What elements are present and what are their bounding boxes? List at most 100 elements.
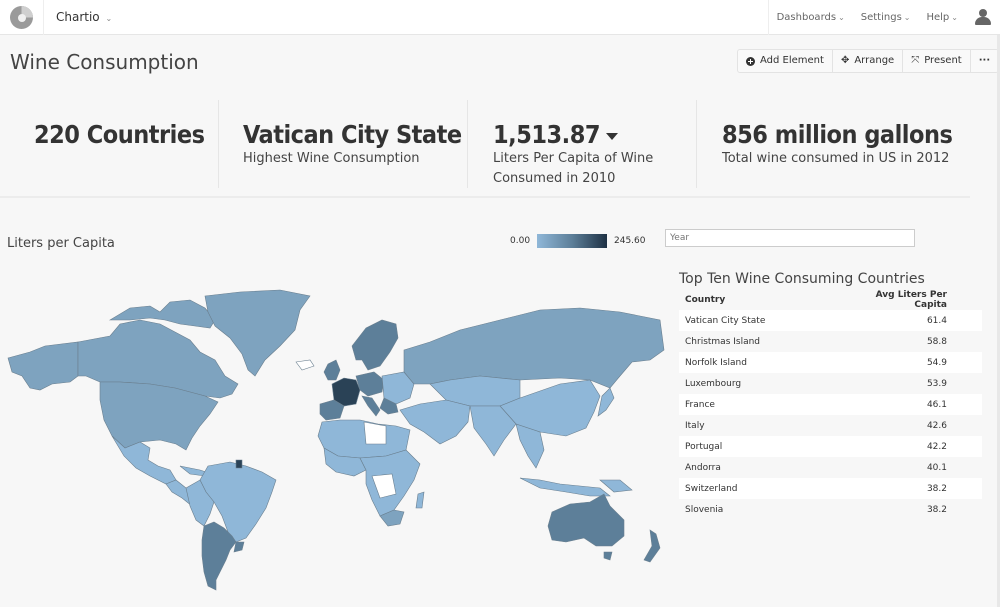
cell-avg-liters: 54.9 (926, 357, 947, 368)
nav-settings[interactable]: Settings ⌄ (853, 0, 919, 35)
kpi-highest: Vatican City State Highest Wine Consumpt… (218, 100, 466, 188)
cell-avg-liters: 46.1 (926, 399, 947, 410)
column-header-country[interactable]: Country (679, 295, 874, 305)
country-uruguay[interactable] (233, 541, 245, 553)
user-icon (979, 9, 987, 17)
cell-avg-liters: 38.2 (926, 483, 947, 494)
kpi-row: 220 Countries Vatican City State Highest… (0, 100, 970, 198)
country-australia[interactable] (547, 493, 625, 547)
table-header: Country Avg Liters Per Capita (679, 290, 982, 310)
country-madagascar[interactable] (415, 491, 425, 509)
cell-country: Italy (685, 420, 705, 431)
country-new-zealand[interactable] (643, 529, 661, 563)
cell-country: Christmas Island (685, 336, 761, 347)
country-scandinavia[interactable] (351, 319, 399, 371)
page-title: Wine Consumption (10, 50, 199, 74)
cell-country: Norfolk Island (685, 357, 747, 368)
expand-icon: ⤧ (911, 55, 920, 66)
cell-country: Andorra (685, 462, 721, 473)
kpi-label: Highest Wine Consumption (243, 151, 420, 166)
ellipsis-icon: ··· (978, 55, 991, 66)
add-element-button[interactable]: Add Element (738, 50, 833, 72)
legend-max-label: 245.60 (614, 236, 646, 246)
nav-dashboards[interactable]: Dashboards ⌄ (769, 0, 853, 35)
kpi-value-text: 1,513.87 (493, 120, 601, 149)
table-row[interactable]: Andorra 40.1 (679, 457, 982, 478)
country-italy[interactable] (361, 395, 381, 417)
top-nav: Chartio ⌄ Dashboards ⌄ Settings ⌄ Help ⌄ (0, 0, 1000, 35)
chartio-logo-icon[interactable] (10, 6, 33, 29)
chevron-down-icon: ⌄ (105, 14, 113, 23)
table-row[interactable]: Portugal 42.2 (679, 436, 982, 457)
country-papua[interactable] (599, 479, 633, 493)
kpi-liters: 1,513.87 Liters Per Capita of Wine Consu… (467, 100, 695, 188)
nav-settings-label: Settings (860, 12, 902, 23)
cell-avg-liters: 61.4 (926, 315, 947, 326)
cell-avg-liters: 53.9 (926, 378, 947, 389)
kpi-value: 856 million gallons (722, 120, 953, 149)
kpi-label: Total wine consumed in US in 2012 (722, 151, 950, 166)
country-middle-east[interactable] (399, 399, 471, 445)
logo-cell[interactable] (0, 0, 44, 35)
present-button[interactable]: ⤧ Present (903, 50, 971, 72)
nav-dashboards-label: Dashboards (776, 12, 837, 23)
cell-avg-liters: 58.8 (926, 336, 947, 347)
user-menu[interactable] (966, 0, 1000, 35)
table-row[interactable]: Slovenia 38.2 (679, 499, 982, 520)
plus-circle-icon (746, 56, 755, 66)
country-french-guiana[interactable] (235, 459, 243, 469)
country-iceland[interactable] (295, 359, 315, 371)
cell-country: Vatican City State (685, 315, 766, 326)
user-icon-body (975, 17, 991, 25)
country-libya[interactable] (363, 421, 387, 445)
cell-country: Switzerland (685, 483, 738, 494)
kpi-value: Vatican City State (243, 120, 462, 149)
dashboard-toolbar: Add Element ✥ Arrange ⤧ Present ··· (737, 49, 1000, 73)
table-row[interactable]: France 46.1 (679, 394, 982, 415)
org-name: Chartio (56, 10, 100, 24)
country-russia[interactable] (403, 307, 665, 389)
country-japan[interactable] (597, 387, 615, 417)
cell-avg-liters: 38.2 (926, 504, 947, 515)
cell-avg-liters: 40.1 (926, 462, 947, 473)
country-alaska[interactable] (7, 341, 79, 391)
country-tasmania[interactable] (603, 551, 613, 561)
cell-country: France (685, 399, 715, 410)
country-uk[interactable] (323, 359, 341, 381)
table-row[interactable]: Italy 42.6 (679, 415, 982, 436)
arrange-button[interactable]: ✥ Arrange (833, 50, 904, 72)
more-options-button[interactable]: ··· (971, 50, 998, 72)
cell-avg-liters: 42.6 (926, 420, 947, 431)
chevron-down-icon: ⌄ (951, 13, 958, 22)
org-switcher[interactable]: Chartio ⌄ (56, 10, 112, 24)
table-row[interactable]: Norfolk Island 54.9 (679, 352, 982, 373)
trend-down-icon (606, 132, 618, 140)
cell-country: Portugal (685, 441, 723, 452)
table-row[interactable]: Switzerland 38.2 (679, 478, 982, 499)
world-choropleth-map[interactable] (0, 280, 670, 607)
table-row[interactable]: Vatican City State 61.4 (679, 310, 982, 331)
map-title: Liters per Capita (7, 236, 115, 251)
legend-min-label: 0.00 (510, 236, 531, 246)
table-row[interactable]: Christmas Island 58.8 (679, 331, 982, 352)
top-ten-table: Country Avg Liters Per Capita Vatican Ci… (679, 290, 982, 520)
present-label: Present (924, 55, 962, 66)
year-filter-input[interactable] (665, 229, 915, 247)
move-arrows-icon: ✥ (840, 55, 850, 66)
cell-country: Slovenia (685, 504, 724, 515)
country-germany-central[interactable] (355, 371, 385, 397)
column-header-avg-liters[interactable]: Avg Liters Per Capita (874, 290, 947, 310)
add-element-label: Add Element (760, 55, 824, 66)
cell-country: Luxembourg (685, 378, 742, 389)
kpi-label: Liters Per Capita of Wine Consumed in 20… (493, 151, 654, 186)
chevron-down-icon: ⌄ (903, 13, 911, 22)
nav-help[interactable]: Help ⌄ (918, 0, 966, 35)
country-indonesia[interactable] (519, 477, 611, 497)
cell-avg-liters: 42.2 (926, 441, 947, 452)
kpi-value: 220 Countries (34, 120, 205, 149)
table-row[interactable]: Luxembourg 53.9 (679, 373, 982, 394)
color-legend-bar (537, 234, 607, 248)
country-greenland[interactable] (204, 289, 311, 377)
table-body: Vatican City State 61.4 Christmas Island 58… (679, 310, 982, 520)
kpi-countries: 220 Countries (34, 100, 214, 188)
